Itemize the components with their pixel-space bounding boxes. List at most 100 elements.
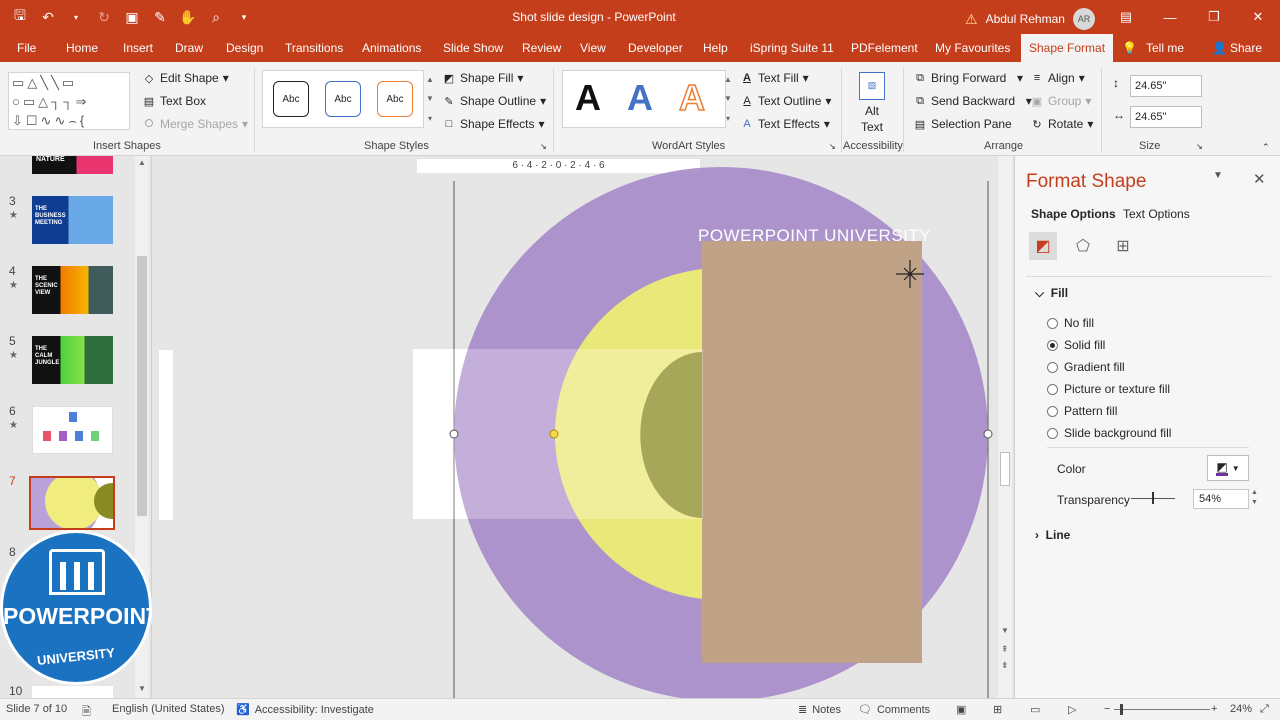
shape-style-blue[interactable]: Abc — [325, 81, 361, 117]
tab-help[interactable]: Help — [703, 34, 728, 62]
normal-view-icon[interactable]: ▣ — [956, 703, 966, 716]
restore-icon[interactable]: ❐ — [1192, 0, 1236, 34]
slide-thumbnail-3[interactable]: THE BUSINESS MEETING — [32, 196, 113, 244]
radio-pattern-fill[interactable]: Pattern fill — [1047, 404, 1117, 418]
tell-me-icon[interactable]: 💡 — [1122, 34, 1137, 62]
slide-thumbnail-7-selected[interactable] — [29, 476, 115, 530]
tab-shape-options[interactable]: Shape Options — [1031, 207, 1116, 221]
edit-shape-button[interactable]: ◇ Edit Shape ▾ — [142, 71, 229, 85]
tab-share[interactable]: Share — [1230, 34, 1262, 62]
tab-tell-me[interactable]: Tell me — [1146, 34, 1184, 62]
user-account[interactable]: ⚠ Abdul Rehman AR — [965, 8, 1095, 30]
tab-animations[interactable]: Animations — [362, 34, 421, 62]
shape-height-input[interactable]: 24.65" — [1130, 75, 1202, 97]
shape-style-orange[interactable]: Abc — [377, 81, 413, 117]
tab-text-options[interactable]: Text Options — [1123, 207, 1190, 221]
slideshow-view-icon[interactable]: ▷ — [1068, 703, 1076, 716]
tab-transitions[interactable]: Transitions — [285, 34, 343, 62]
tab-slide-show[interactable]: Slide Show — [443, 34, 503, 62]
wordart-launcher-icon[interactable]: ↘ — [829, 142, 836, 151]
fill-color-picker[interactable]: ◩ ▼ — [1207, 455, 1249, 481]
radio-solid-fill[interactable]: Solid fill — [1047, 338, 1105, 352]
zoom-slider[interactable] — [1114, 709, 1210, 710]
tan-rectangle[interactable] — [702, 241, 922, 663]
bring-forward-button[interactable]: ⧉ Bring Forward ▾ — [913, 71, 1023, 85]
shape-width-input[interactable]: 24.65" — [1130, 106, 1202, 128]
merge-shapes-button[interactable]: ⭘ Merge Shapes ▾ — [142, 117, 248, 131]
text-effects-button[interactable]: A Text Effects ▾ — [740, 117, 830, 131]
slide-thumbnail-5[interactable]: THE CALM JUNGLE — [32, 336, 113, 384]
shapes-gallery[interactable]: ▭△╲╲▭ ○▭△┐┐⇒ ⇩☐∿∿⌢{ — [8, 72, 130, 130]
close-icon[interactable]: ✕ — [1236, 0, 1280, 34]
zoom-in-icon[interactable]: + — [1211, 703, 1217, 715]
scroll-down-icon[interactable]: ▼ — [1001, 626, 1009, 635]
text-outline-button[interactable]: A Text Outline ▾ — [740, 94, 831, 108]
slide-sorter-icon[interactable]: ⊞ — [993, 703, 1002, 716]
effects-pentagon-icon[interactable]: ⬠ — [1069, 232, 1097, 260]
slide-thumbnail-6[interactable] — [32, 406, 113, 454]
tab-design[interactable]: Design — [226, 34, 263, 62]
next-slide-icon[interactable]: ⇟ — [1001, 660, 1009, 671]
scroll-up-icon[interactable]: ▲ — [138, 158, 146, 167]
tab-review[interactable]: Review — [522, 34, 561, 62]
transparency-spinner[interactable]: ▲ ▼ — [1251, 488, 1258, 508]
wordart-gallery[interactable]: A A A — [562, 70, 726, 128]
slide-editing-area[interactable]: 6 · 4 · 2 · 0 · 2 · 4 · 6 POWERPOINT UNI… — [152, 156, 1012, 698]
fill-line-icon[interactable]: ◩ — [1029, 232, 1057, 260]
radio-picture-texture-fill[interactable]: Picture or texture fill — [1047, 382, 1170, 396]
shape-styles-launcher-icon[interactable]: ↘ — [540, 142, 547, 151]
language-indicator[interactable]: English (United States) — [112, 703, 225, 715]
shape-fill-button[interactable]: ◩ Shape Fill ▾ — [442, 71, 524, 85]
share-icon[interactable]: 👤 — [1212, 34, 1227, 62]
scroll-down-icon[interactable]: ▼ — [138, 684, 146, 693]
tab-my-favourites[interactable]: My Favourites — [935, 34, 1010, 62]
wordart-style-blue[interactable]: A — [627, 77, 653, 119]
avatar[interactable]: AR — [1072, 8, 1095, 30]
selection-handle[interactable] — [449, 429, 459, 439]
editor-scrollbar[interactable]: ▼ ⇞ ⇟ — [998, 156, 1012, 698]
transparency-slider-thumb[interactable] — [1152, 492, 1154, 504]
spelling-check-icon[interactable]: 🗎 — [82, 703, 91, 720]
group-button[interactable]: ▣ Group ▾ — [1030, 94, 1092, 108]
size-launcher-icon[interactable]: ↘ — [1196, 142, 1203, 151]
pane-close-icon[interactable]: ✕ — [1253, 170, 1266, 188]
tab-insert[interactable]: Insert — [123, 34, 153, 62]
wordart-scroll[interactable]: ▲ ▼ ▾ — [722, 70, 734, 128]
fit-slide-icon[interactable]: ⤢ — [1260, 703, 1269, 716]
text-box-button[interactable]: ▤ Text Box — [142, 94, 206, 108]
tab-shape-format[interactable]: Shape Format — [1021, 34, 1114, 62]
zoom-level[interactable]: 24% — [1230, 703, 1252, 715]
shape-style-black[interactable]: Abc — [273, 81, 309, 117]
collapse-ribbon-icon[interactable]: ⌃ — [1262, 142, 1270, 153]
slide-thumbnail-10[interactable] — [32, 686, 113, 698]
radio-slide-background-fill[interactable]: Slide background fill — [1047, 426, 1171, 440]
wordart-style-black[interactable]: A — [575, 77, 601, 119]
transparency-input[interactable]: 54% — [1193, 489, 1249, 509]
reading-view-icon[interactable]: ▭ — [1030, 703, 1040, 716]
shape-effects-button[interactable]: □ Shape Effects ▾ — [442, 117, 545, 131]
text-fill-button[interactable]: A Text Fill ▾ — [740, 71, 809, 85]
shape-outline-button[interactable]: ✎ Shape Outline ▾ — [442, 94, 546, 108]
tab-view[interactable]: View — [580, 34, 606, 62]
slide-thumbnail-4[interactable]: THE SCENIC VIEW — [32, 266, 113, 314]
selection-handle[interactable] — [983, 429, 993, 439]
shape-styles-gallery[interactable]: Abc Abc Abc — [262, 70, 424, 128]
tab-home[interactable]: Home — [66, 34, 98, 62]
adjust-handle[interactable] — [549, 429, 559, 439]
shape-styles-scroll[interactable]: ▲ ▼ ▾ — [424, 70, 436, 128]
accessibility-checker[interactable]: ♿ Accessibility: Investigate — [236, 703, 374, 717]
alt-text-button[interactable]: ▧ Alt Text — [850, 70, 894, 136]
line-section-header[interactable]: › Line — [1035, 528, 1070, 542]
fill-section-header[interactable]: ⌵ Fill — [1035, 286, 1068, 301]
zoom-slider-thumb[interactable] — [1120, 704, 1123, 715]
previous-slide-icon[interactable]: ⇞ — [1001, 644, 1009, 655]
scrollbar-thumb[interactable] — [137, 256, 147, 516]
tab-file[interactable]: File — [17, 34, 36, 62]
ribbon-display-icon[interactable]: ▤ — [1104, 0, 1148, 34]
tab-ispring[interactable]: iSpring Suite 11 — [750, 34, 834, 62]
zoom-out-icon[interactable]: − — [1104, 703, 1110, 715]
tab-developer[interactable]: Developer — [628, 34, 683, 62]
notes-button[interactable]: ≣ Notes — [798, 703, 841, 717]
send-backward-button[interactable]: ⧉ Send Backward ▾ — [913, 94, 1032, 108]
comments-button[interactable]: 🗨 Comments — [858, 703, 930, 717]
